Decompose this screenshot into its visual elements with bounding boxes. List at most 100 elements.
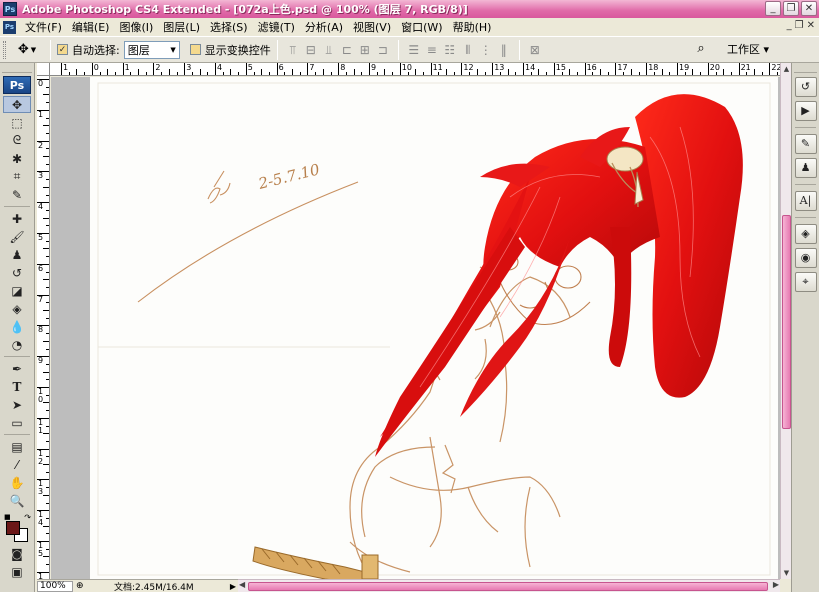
scroll-right-icon[interactable]: ▶: [773, 580, 779, 589]
screen-mode-icon[interactable]: ▣: [3, 563, 31, 580]
paths-icon[interactable]: ⌖: [794, 272, 817, 292]
ruler-tick: [430, 63, 432, 75]
doc-close-icon[interactable]: ✕: [807, 20, 815, 31]
history-icon[interactable]: ↺: [794, 77, 817, 97]
ruler-tick: [769, 63, 771, 75]
zoom-field[interactable]: 100%: [37, 580, 73, 592]
vertical-ruler[interactable]: 01234567891 01 11 21 31 41 51 6: [37, 76, 50, 579]
menu-layer[interactable]: 图层(L): [158, 19, 205, 35]
ruler-label: 8: [340, 63, 346, 72]
auto-align-icon[interactable]: ⊠: [528, 43, 542, 57]
menu-select[interactable]: 选择(S): [205, 19, 253, 35]
align-top-icon[interactable]: ⫪: [286, 43, 300, 57]
doc-minimize-icon[interactable]: _: [787, 20, 792, 31]
actions-icon[interactable]: ▶: [794, 101, 817, 121]
healing-brush-tool-icon[interactable]: ✚: [3, 210, 31, 227]
distribute-right-icon[interactable]: ‖: [497, 43, 511, 57]
chevron-down-icon: ▼: [30, 45, 37, 54]
status-menu-icon[interactable]: ▶: [230, 582, 236, 591]
align-bottom-icon[interactable]: ⫫: [322, 43, 336, 57]
crop-tool-icon[interactable]: ⌗: [3, 168, 31, 185]
menu-edit[interactable]: 编辑(E): [67, 19, 115, 35]
horizontal-scrollbar[interactable]: ◀ ▶: [238, 579, 780, 592]
document-icon[interactable]: Ps: [3, 20, 16, 34]
pen-tool-icon[interactable]: ✒: [3, 360, 31, 377]
distribute-vcenter-icon[interactable]: ≡: [425, 43, 439, 57]
ps-logo-icon[interactable]: Ps: [3, 76, 31, 94]
vertical-scroll-thumb[interactable]: [782, 215, 791, 429]
restore-icon: ❐: [786, 3, 796, 14]
ruler-tick: [584, 63, 586, 75]
eraser-tool-icon[interactable]: ◪: [3, 282, 31, 299]
zoom-tool-icon[interactable]: 🔍: [3, 492, 31, 509]
document-canvas[interactable]: 2-5.7.10: [90, 77, 778, 579]
align-vcenter-icon[interactable]: ⊟: [304, 43, 318, 57]
character-icon[interactable]: A|: [794, 191, 817, 211]
menu-help[interactable]: 帮助(H): [448, 19, 497, 35]
tools-panel: Ps ✥ ⬚ ᘓ ✱ ⌗ ✎ ✚ 🖌 ♟ ↺ ◪ ◈ 💧 ◔ ✒ T ➤ ▭ ▤…: [0, 63, 35, 592]
ruler-origin[interactable]: [37, 63, 50, 76]
default-colors-icon[interactable]: ■: [4, 513, 11, 521]
lasso-tool-icon[interactable]: ᘓ: [3, 132, 31, 149]
hand-tool-icon[interactable]: ✋: [3, 474, 31, 491]
ruler-label: 5: [38, 233, 44, 242]
horizontal-ruler[interactable]: 1012345678910111213141516171819202122: [37, 63, 780, 76]
dock-header[interactable]: [794, 63, 817, 73]
type-tool-icon[interactable]: T: [3, 378, 31, 395]
photoshop-app-icon[interactable]: Ps: [3, 2, 17, 16]
brush-tool-icon[interactable]: 🖌: [3, 228, 31, 245]
horizontal-scroll-thumb[interactable]: [248, 582, 768, 591]
eyedropper-tool-icon[interactable]: ✎: [3, 186, 31, 203]
show-transform-checkbox[interactable]: [189, 44, 201, 55]
ruler-label: 12: [463, 63, 474, 72]
menu-view[interactable]: 视图(V): [348, 19, 396, 35]
align-left-icon[interactable]: ⊏: [340, 43, 354, 57]
auto-select-checkbox[interactable]: ✓: [57, 44, 68, 55]
magic-wand-tool-icon[interactable]: ✱: [3, 150, 31, 167]
quick-mask-icon[interactable]: ◙: [3, 545, 31, 562]
path-selection-tool-icon[interactable]: ➤: [3, 396, 31, 413]
menu-window[interactable]: 窗口(W): [396, 19, 447, 35]
clone-source-icon[interactable]: ♟: [794, 158, 817, 178]
align-right-icon[interactable]: ⊐: [376, 43, 390, 57]
restore-button[interactable]: ❐: [783, 1, 799, 16]
align-hcenter-icon[interactable]: ⊞: [358, 43, 372, 57]
history-brush-tool-icon[interactable]: ↺: [3, 264, 31, 281]
paint-bucket-tool-icon[interactable]: ◈: [3, 300, 31, 317]
channels-icon[interactable]: ◉: [794, 248, 817, 268]
menu-image[interactable]: 图像(I): [114, 19, 158, 35]
foreground-color-swatch[interactable]: [6, 521, 20, 535]
tool-preset-picker[interactable]: ✥ ▼: [10, 40, 44, 60]
doc-restore-icon[interactable]: ❐: [795, 20, 804, 31]
brushes-icon[interactable]: ✎: [794, 134, 817, 154]
ruler-label: 6: [38, 263, 44, 273]
vertical-scrollbar[interactable]: ▲ ▼: [780, 63, 791, 579]
layers-icon[interactable]: ◈: [794, 224, 817, 244]
bridge-icon[interactable]: ⌕: [691, 41, 711, 59]
rectangle-tool-icon[interactable]: ▭: [3, 414, 31, 431]
swap-colors-icon[interactable]: ↷: [24, 513, 31, 522]
distribute-hcenter-icon[interactable]: ⋮: [479, 43, 493, 57]
marquee-tool-icon[interactable]: ⬚: [3, 114, 31, 131]
dodge-tool-icon[interactable]: ◔: [3, 336, 31, 353]
distribute-bottom-icon[interactable]: ☷: [443, 43, 457, 57]
blur-tool-icon[interactable]: 💧: [3, 318, 31, 335]
notes-tool-icon[interactable]: ▤: [3, 438, 31, 455]
tools-panel-header[interactable]: [2, 63, 32, 73]
title-bar[interactable]: Ps Adobe Photoshop CS4 Extended - [072a上…: [0, 0, 819, 18]
minimize-button[interactable]: _: [765, 1, 781, 16]
menu-filter[interactable]: 滤镜(T): [253, 19, 300, 35]
auto-select-dropdown[interactable]: 图层 ▼: [123, 40, 180, 59]
scroll-left-icon[interactable]: ◀: [239, 580, 245, 589]
status-info-icon[interactable]: ⊕: [76, 581, 88, 591]
clone-stamp-tool-icon[interactable]: ♟: [3, 246, 31, 263]
menu-analysis[interactable]: 分析(A): [300, 19, 348, 35]
options-grip[interactable]: [3, 40, 6, 59]
distribute-left-icon[interactable]: ⫴: [461, 43, 475, 57]
distribute-top-icon[interactable]: ☰: [407, 43, 421, 57]
workspace-button[interactable]: 工作区 ▾: [727, 39, 769, 59]
menu-file[interactable]: 文件(F): [20, 19, 67, 35]
eyedropper-2-tool-icon[interactable]: ⁄: [3, 456, 31, 473]
close-button[interactable]: ✕: [801, 1, 817, 16]
move-tool-icon[interactable]: ✥: [3, 96, 31, 113]
